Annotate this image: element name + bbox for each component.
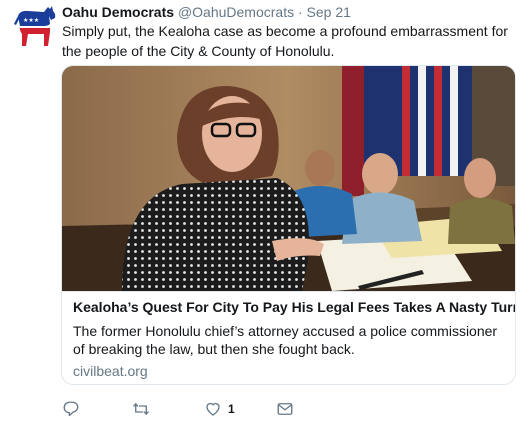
card-description: The former Honolulu chief’s attorney acc… [73, 323, 498, 357]
card-domain: civilbeat.org [73, 363, 148, 379]
like-button[interactable]: 1 [204, 398, 235, 420]
tweet-date[interactable]: Sep 21 [307, 4, 351, 20]
tweet: ★★★ Oahu Democrats @OahuDemocrats · Sep … [0, 0, 532, 429]
tweet-text: Simply put, the Kealoha case as become a… [62, 23, 508, 59]
retweet-icon [133, 403, 149, 415]
envelope-icon [277, 403, 293, 415]
tweet-header: Oahu Democrats @OahuDemocrats · Sep 21 [62, 3, 351, 21]
avatar[interactable]: ★★★ [14, 6, 56, 50]
card-body: Kealoha’s Quest For City To Pay His Lega… [62, 291, 515, 384]
link-card[interactable]: Kealoha’s Quest For City To Pay His Lega… [61, 65, 516, 385]
reply-button[interactable] [62, 398, 80, 420]
reply-icon [63, 401, 79, 417]
svg-text:★★★: ★★★ [23, 17, 39, 24]
author-handle[interactable]: @OahuDemocrats [178, 4, 294, 20]
author-name[interactable]: Oahu Democrats [62, 4, 174, 20]
card-title[interactable]: Kealoha’s Quest For City To Pay His Lega… [73, 298, 515, 316]
like-count: 1 [228, 402, 235, 416]
direct-message-button[interactable] [276, 398, 294, 420]
heart-icon [206, 402, 220, 416]
retweet-button[interactable] [132, 398, 150, 420]
card-image [62, 66, 515, 291]
separator: · [297, 4, 303, 20]
tweet-actions: 1 [62, 398, 512, 420]
